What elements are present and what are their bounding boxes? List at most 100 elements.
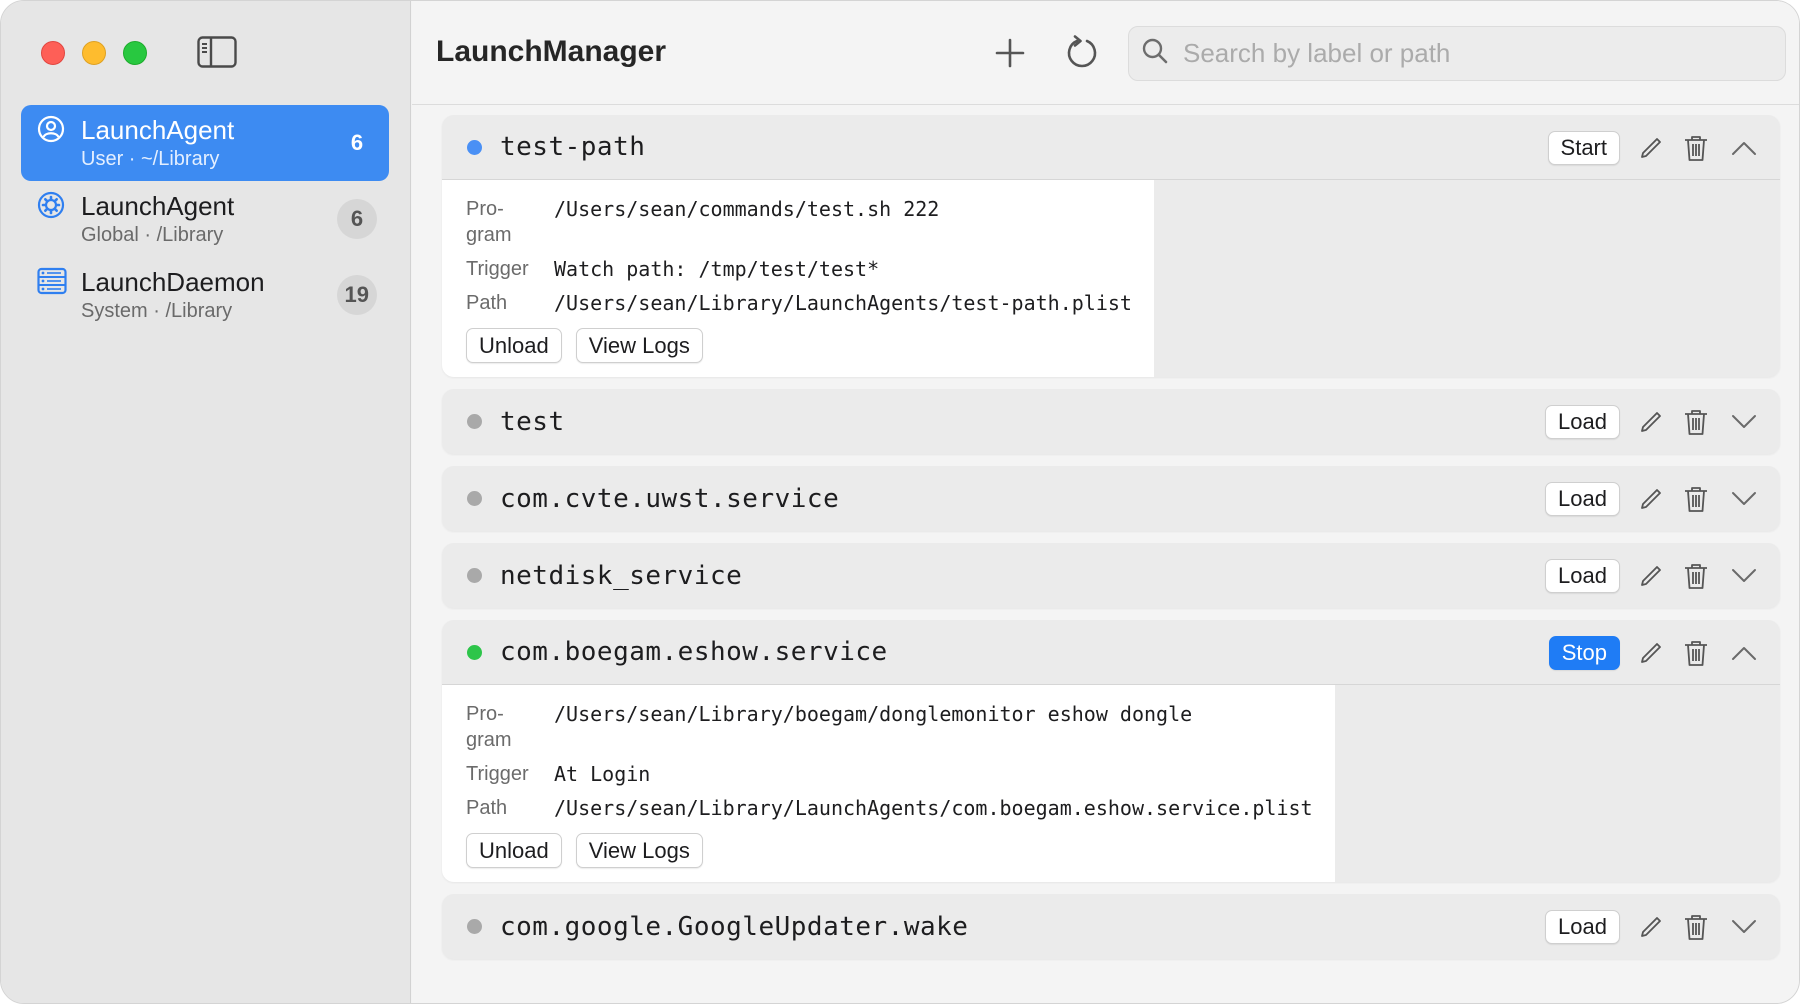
job-row-header[interactable]: com.google.GoogleUpdater.wake Load xyxy=(442,894,1780,959)
job-row: netdisk_service Load xyxy=(442,543,1780,608)
detail-key: Path xyxy=(466,292,508,314)
job-label: test-path xyxy=(500,132,646,162)
page-title: LaunchManager xyxy=(436,35,667,68)
program-value: /Users/sean/Library/boegam/donglemonitor… xyxy=(554,702,1193,726)
job-list: test-path Start Pro- gram /Users/sean/co… xyxy=(442,115,1780,971)
user-circle-icon xyxy=(37,115,65,143)
job-row: com.boegam.eshow.service Stop Pro- gram … xyxy=(442,620,1780,882)
job-label: com.cvte.uwst.service xyxy=(500,483,840,514)
trash-icon[interactable] xyxy=(1682,912,1710,942)
job-label: com.boegam.eshow.service xyxy=(500,637,888,667)
load-button[interactable]: Load xyxy=(1545,404,1620,439)
sidebar-item-global-launchagent[interactable]: LaunchAgent Global · /Library 6 xyxy=(21,181,389,257)
minimize-window-button[interactable] xyxy=(82,41,106,65)
count-badge: 19 xyxy=(336,275,377,315)
trigger-value: Watch path: /tmp/test/test* xyxy=(554,257,880,281)
load-button[interactable]: Load xyxy=(1545,909,1620,944)
load-button[interactable]: Load xyxy=(1545,481,1620,516)
plus-icon[interactable] xyxy=(990,33,1030,73)
job-actions: Load xyxy=(1545,466,1758,531)
job-actions: Load xyxy=(1545,894,1758,959)
trash-icon[interactable] xyxy=(1682,638,1710,668)
sidebar: LaunchAgent User · ~/Library 6 LaunchAge… xyxy=(1,1,411,1003)
job-detail: Pro- gram/Users/sean/Library/boegam/dong… xyxy=(442,685,1335,882)
status-dot xyxy=(467,568,482,583)
job-row-header[interactable]: test Load xyxy=(442,389,1780,454)
pencil-icon[interactable] xyxy=(1637,638,1665,668)
start-button[interactable]: Start xyxy=(1547,130,1620,165)
gear-circle-icon xyxy=(37,191,65,219)
status-dot xyxy=(467,491,482,506)
detail-key: Pro- gram xyxy=(466,703,512,751)
zoom-window-button[interactable] xyxy=(123,41,147,65)
sidebar-item-subtitle: User · ~/Library xyxy=(81,148,220,170)
job-row: test-path Start Pro- gram /Users/sean/co… xyxy=(442,115,1780,377)
app-window: LaunchAgent User · ~/Library 6 LaunchAge… xyxy=(0,0,1800,1004)
refresh-icon[interactable] xyxy=(1062,33,1102,73)
job-actions: Stop xyxy=(1548,620,1758,685)
job-row-header[interactable]: netdisk_service Load xyxy=(442,543,1780,608)
close-window-button[interactable] xyxy=(41,41,65,65)
pencil-icon[interactable] xyxy=(1637,561,1665,591)
chevron-down-icon[interactable] xyxy=(1730,484,1758,514)
job-row-header[interactable]: com.boegam.eshow.service Stop xyxy=(442,620,1780,685)
view-logs-button[interactable]: View Logs xyxy=(575,833,703,868)
toolbar: LaunchManager xyxy=(412,1,1799,105)
sidebar-nav: LaunchAgent User · ~/Library 6 LaunchAge… xyxy=(21,105,389,333)
detail-key: Pro- gram xyxy=(466,198,512,246)
load-button[interactable]: Load xyxy=(1545,558,1620,593)
sidebar-item-title: LaunchAgent xyxy=(81,191,235,221)
detail-key: Trigger xyxy=(466,258,529,280)
window-controls xyxy=(41,41,147,65)
path-value: /Users/sean/Library/LaunchAgents/test-pa… xyxy=(554,291,1132,315)
sidebar-item-title: LaunchAgent xyxy=(81,115,235,145)
trash-icon[interactable] xyxy=(1682,133,1710,163)
job-actions: Load xyxy=(1545,543,1758,608)
sidebar-item-title: LaunchDaemon xyxy=(81,267,265,297)
sidebar-item-launchdaemon[interactable]: LaunchDaemon System · /Library 19 xyxy=(21,257,389,333)
view-logs-button[interactable]: View Logs xyxy=(575,328,703,363)
search-icon xyxy=(1141,37,1169,70)
pencil-icon[interactable] xyxy=(1637,912,1665,942)
chevron-up-icon[interactable] xyxy=(1730,133,1758,163)
path-value: /Users/sean/Library/LaunchAgents/com.boe… xyxy=(554,796,1313,820)
status-dot xyxy=(467,414,482,429)
job-row: com.cvte.uwst.service Load xyxy=(442,466,1780,531)
job-row: test Load xyxy=(442,389,1780,454)
trash-icon[interactable] xyxy=(1682,484,1710,514)
job-row-header[interactable]: com.cvte.uwst.service Load xyxy=(442,466,1780,531)
sidebar-item-subtitle: System · /Library xyxy=(81,300,233,322)
chevron-down-icon[interactable] xyxy=(1730,561,1758,591)
job-row-header[interactable]: test-path Start xyxy=(442,115,1780,180)
detail-key: Trigger xyxy=(466,763,529,785)
job-actions: Start xyxy=(1547,115,1758,180)
chevron-up-icon[interactable] xyxy=(1730,638,1758,668)
chevron-down-icon[interactable] xyxy=(1730,912,1758,942)
trash-icon[interactable] xyxy=(1682,407,1710,437)
job-label: netdisk_service xyxy=(500,560,743,591)
detail-key: Path xyxy=(466,797,508,819)
pencil-icon[interactable] xyxy=(1637,484,1665,514)
chevron-down-icon[interactable] xyxy=(1730,407,1758,437)
sidebar-item-user-launchagent[interactable]: LaunchAgent User · ~/Library 6 xyxy=(21,105,389,181)
job-actions: Load xyxy=(1545,389,1758,454)
job-row: com.google.GoogleUpdater.wake Load xyxy=(442,894,1780,959)
status-dot xyxy=(467,139,482,155)
job-label: com.google.GoogleUpdater.wake xyxy=(500,911,969,942)
stop-button[interactable]: Stop xyxy=(1548,635,1620,670)
trigger-value: At Login xyxy=(554,762,651,786)
search-input[interactable] xyxy=(1183,38,1763,69)
program-value: /Users/sean/commands/test.sh 222 xyxy=(554,197,940,221)
pencil-icon[interactable] xyxy=(1637,133,1665,163)
sidebar-item-subtitle: Global · /Library xyxy=(81,224,224,246)
status-dot xyxy=(467,644,482,660)
unload-button[interactable]: Unload xyxy=(466,833,562,868)
unload-button[interactable]: Unload xyxy=(466,328,562,363)
status-dot xyxy=(467,919,482,934)
count-badge: 6 xyxy=(350,130,364,155)
job-label: test xyxy=(500,406,565,437)
trash-icon[interactable] xyxy=(1682,561,1710,591)
pencil-icon[interactable] xyxy=(1637,407,1665,437)
search-box[interactable] xyxy=(1128,26,1786,81)
sidebar-toggle-icon[interactable] xyxy=(197,36,237,68)
